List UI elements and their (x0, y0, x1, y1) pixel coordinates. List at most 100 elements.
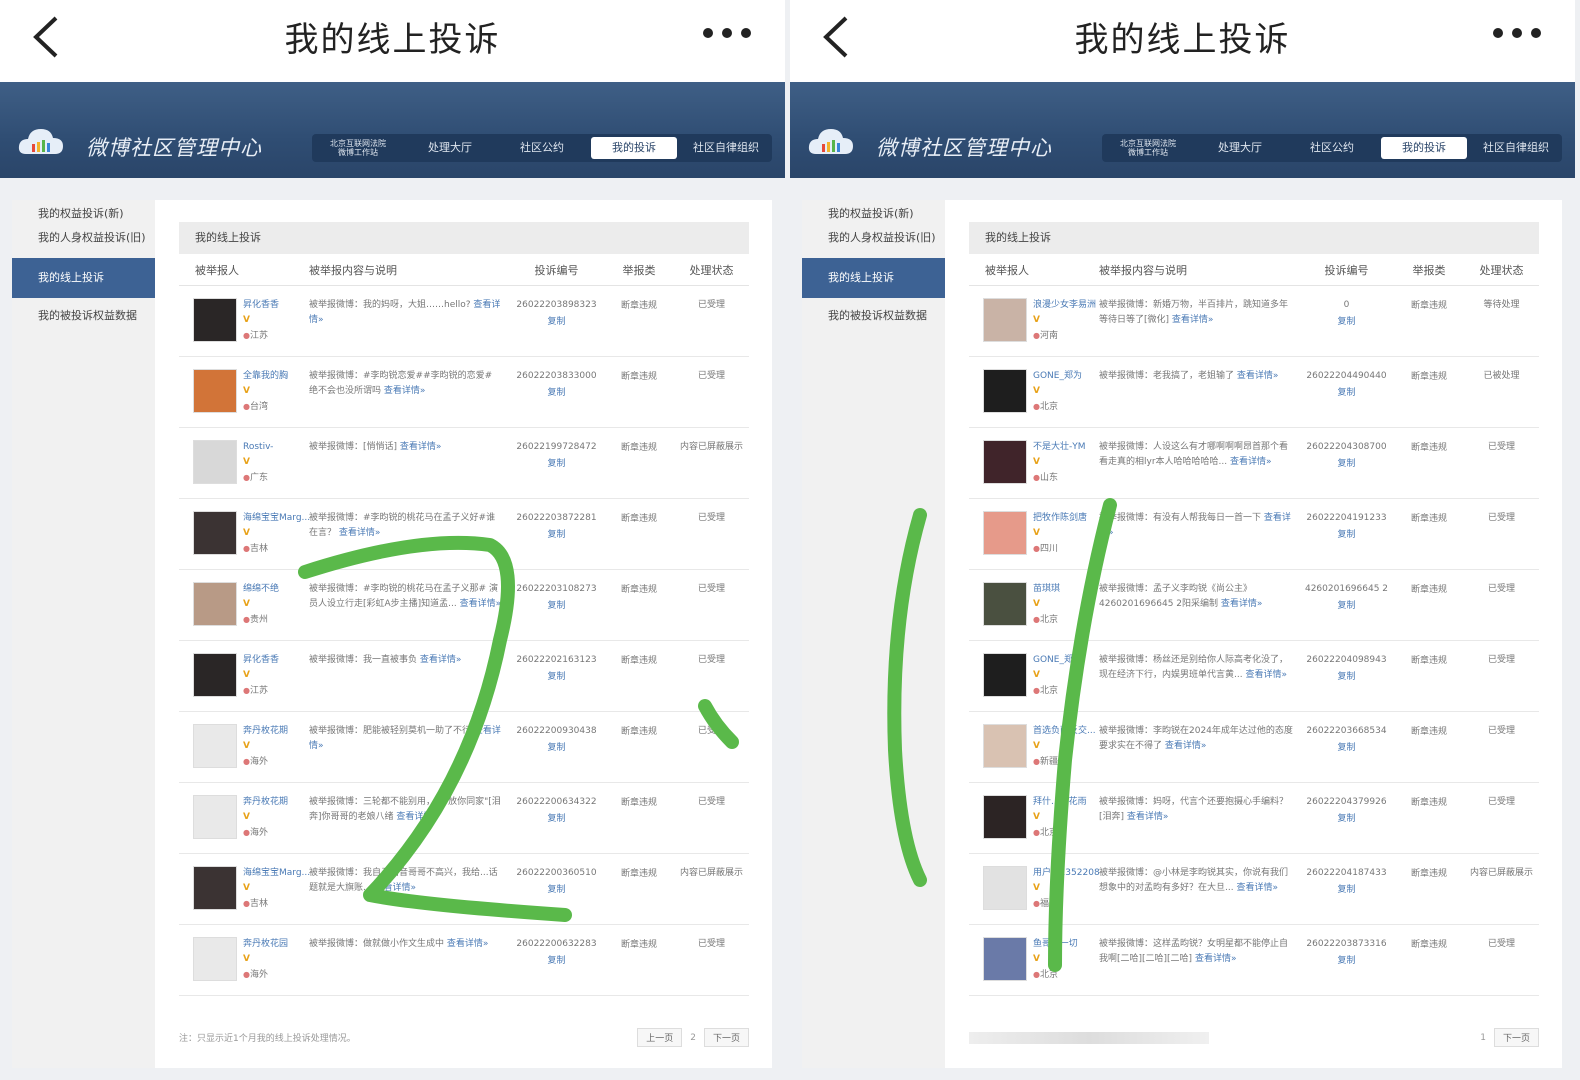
view-details-link[interactable]: 查看详情» (396, 812, 438, 822)
user-name[interactable]: Rostiv- (243, 440, 273, 455)
user-name[interactable]: 海绵宝宝Marg... (243, 511, 310, 526)
nav-convention[interactable]: 社区公约 (1289, 137, 1375, 159)
view-details-link[interactable]: 查看详情» (1165, 741, 1207, 751)
copy-button[interactable]: 复制 (509, 457, 604, 472)
user-name[interactable]: 鱼哥...一切 (1033, 937, 1078, 952)
copy-button[interactable]: 复制 (509, 315, 604, 330)
next-page-button[interactable]: 下一页 (1493, 1028, 1539, 1047)
view-details-link[interactable]: 查看详情» (374, 883, 416, 893)
view-details-link[interactable]: 查看详情» (460, 599, 502, 609)
copy-button[interactable]: 复制 (1299, 954, 1394, 969)
copy-button[interactable]: 复制 (509, 812, 604, 827)
view-details-link[interactable]: 查看详情» (1127, 812, 1169, 822)
avatar[interactable] (193, 724, 237, 768)
avatar[interactable] (193, 440, 237, 484)
avatar[interactable] (983, 440, 1027, 484)
user-name[interactable]: 绵绵不绝 (243, 582, 279, 597)
nav-convention[interactable]: 社区公约 (499, 137, 585, 159)
view-details-link[interactable]: 查看详情» (400, 442, 442, 452)
view-details-link[interactable]: 查看详情» (1245, 670, 1287, 680)
nav-self-discipline[interactable]: 社区自律组织 (1473, 137, 1559, 159)
avatar[interactable] (983, 866, 1027, 910)
view-details-link[interactable]: 查看详情» (384, 386, 426, 396)
copy-button[interactable]: 复制 (1299, 315, 1394, 330)
nav-my-complaints[interactable]: 我的投诉 (591, 137, 677, 159)
user-name[interactable]: 昇化香香 (243, 653, 279, 668)
avatar[interactable] (193, 653, 237, 697)
copy-button[interactable]: 复制 (509, 741, 604, 756)
copy-button[interactable]: 复制 (509, 883, 604, 898)
user-name[interactable]: GONE_郑为 (1033, 653, 1082, 668)
sidebar-item-rights-old[interactable]: 我的人身权益投诉(旧) (802, 226, 945, 250)
sidebar-item-complained-data[interactable]: 我的被投诉权益数据 (802, 304, 945, 328)
user-name[interactable]: 海绵宝宝Marg... (243, 866, 310, 881)
avatar[interactable] (983, 724, 1027, 768)
next-page-button[interactable]: 下一页 (703, 1028, 749, 1047)
avatar[interactable] (983, 582, 1027, 626)
user-name[interactable]: 拜什...开花雨 (1033, 795, 1087, 810)
copy-button[interactable]: 复制 (1299, 883, 1394, 898)
user-name[interactable]: 苗琪琪 (1033, 582, 1060, 597)
copy-button[interactable]: 复制 (509, 670, 604, 685)
sidebar-item-rights-new[interactable]: 我的权益投诉(新) (12, 202, 155, 226)
user-name[interactable]: 首选负面反交... (1033, 724, 1096, 739)
avatar[interactable] (193, 511, 237, 555)
avatar[interactable] (193, 298, 237, 342)
user-name[interactable]: 奔丹枚花期 (243, 724, 288, 739)
view-details-link[interactable]: 查看详情» (1230, 457, 1272, 467)
prev-page-button[interactable]: 上一页 (637, 1028, 683, 1047)
view-details-link[interactable]: 查看详情» (447, 939, 489, 949)
user-name[interactable]: 奔丹枚花园 (243, 937, 288, 952)
copy-button[interactable]: 复制 (509, 954, 604, 969)
copy-button[interactable]: 复制 (1299, 812, 1394, 827)
sidebar-item-rights-new[interactable]: 我的权益投诉(新) (802, 202, 945, 226)
avatar[interactable] (193, 795, 237, 839)
nav-hall[interactable]: 处理大厅 (1197, 137, 1283, 159)
copy-button[interactable]: 复制 (509, 386, 604, 401)
copy-button[interactable]: 复制 (1299, 741, 1394, 756)
user-name[interactable]: 把牧作陈剑唐 (1033, 511, 1087, 526)
sidebar-item-online-complaints[interactable]: 我的线上投诉 (802, 258, 945, 298)
sidebar-item-complained-data[interactable]: 我的被投诉权益数据 (12, 304, 155, 328)
user-name[interactable]: 用户...1352208 (1033, 866, 1100, 881)
copy-button[interactable]: 复制 (1299, 386, 1394, 401)
nav-hall[interactable]: 处理大厅 (407, 137, 493, 159)
avatar[interactable] (983, 369, 1027, 413)
avatar[interactable] (193, 369, 237, 413)
page-number[interactable]: 1 (1480, 1033, 1486, 1043)
avatar[interactable] (983, 795, 1027, 839)
user-name[interactable]: 全靠我的胸 (243, 369, 288, 384)
avatar[interactable] (193, 866, 237, 910)
view-details-link[interactable]: 查看详情» (1236, 883, 1278, 893)
sidebar-item-rights-old[interactable]: 我的人身权益投诉(旧) (12, 226, 155, 250)
nav-court[interactable]: 北京互联网法院 微博工作站 (1105, 137, 1191, 159)
copy-button[interactable]: 复制 (1299, 599, 1394, 614)
nav-self-discipline[interactable]: 社区自律组织 (683, 137, 769, 159)
page-number[interactable]: 2 (690, 1033, 696, 1043)
avatar[interactable] (983, 298, 1027, 342)
user-name[interactable]: 奔丹枚花期 (243, 795, 288, 810)
user-name[interactable]: GONE_郑为 (1033, 369, 1082, 384)
view-details-link[interactable]: 查看详情» (339, 528, 381, 538)
nav-my-complaints[interactable]: 我的投诉 (1381, 137, 1467, 159)
avatar[interactable] (983, 653, 1027, 697)
copy-button[interactable]: 复制 (1299, 670, 1394, 685)
view-details-link[interactable]: 查看详情» (1195, 954, 1237, 964)
avatar[interactable] (983, 511, 1027, 555)
user-name[interactable]: 不是大壮-YM (1033, 440, 1086, 455)
user-name[interactable]: 昇化香香 (243, 298, 279, 313)
avatar[interactable] (193, 937, 237, 981)
nav-court[interactable]: 北京互联网法院 微博工作站 (315, 137, 401, 159)
view-details-link[interactable]: 查看详情» (1237, 371, 1279, 381)
copy-button[interactable]: 复制 (1299, 457, 1394, 472)
copy-button[interactable]: 复制 (509, 528, 604, 543)
user-name[interactable]: 浪漫少女李易洲 (1033, 298, 1096, 313)
copy-button[interactable]: 复制 (1299, 528, 1394, 543)
view-details-link[interactable]: 查看详情» (1221, 599, 1263, 609)
avatar[interactable] (983, 937, 1027, 981)
more-dots-icon[interactable] (1493, 28, 1541, 38)
copy-button[interactable]: 复制 (509, 599, 604, 614)
view-details-link[interactable]: 查看详情» (1172, 315, 1214, 325)
more-dots-icon[interactable] (703, 28, 751, 38)
avatar[interactable] (193, 582, 237, 626)
